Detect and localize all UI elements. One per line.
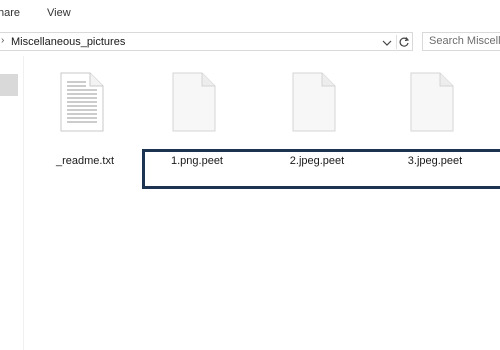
refresh-icon[interactable] [396,35,411,49]
blank-file-icon [172,72,216,132]
highlight-annotation-box [142,149,500,189]
breadcrumb-chevron-icon[interactable]: › [1,35,4,46]
address-bar-row: › Miscellaneous_pictures Search Miscella… [0,28,500,56]
search-input[interactable]: Search Miscellaneous_pictures [422,32,500,51]
ribbon-tab-bar: hare View [0,0,500,27]
nav-selected-item[interactable] [0,74,18,96]
file-name: _readme.txt [55,155,115,167]
ribbon-tab-share[interactable]: hare [0,7,20,19]
address-history-dropdown-icon[interactable] [380,36,394,48]
address-bar[interactable]: › Miscellaneous_pictures [0,32,413,51]
ribbon-tab-view[interactable]: View [47,7,71,19]
file-explorer-window: hare View › Miscellaneous_pictures Searc… [0,0,500,350]
navigation-pane[interactable] [0,56,24,350]
text-file-icon [60,72,104,132]
blank-file-icon [292,72,336,132]
blank-file-icon [410,72,454,132]
breadcrumb-current-folder[interactable]: Miscellaneous_pictures [11,36,125,48]
file-item-readme[interactable]: _readme.txt [40,68,130,178]
